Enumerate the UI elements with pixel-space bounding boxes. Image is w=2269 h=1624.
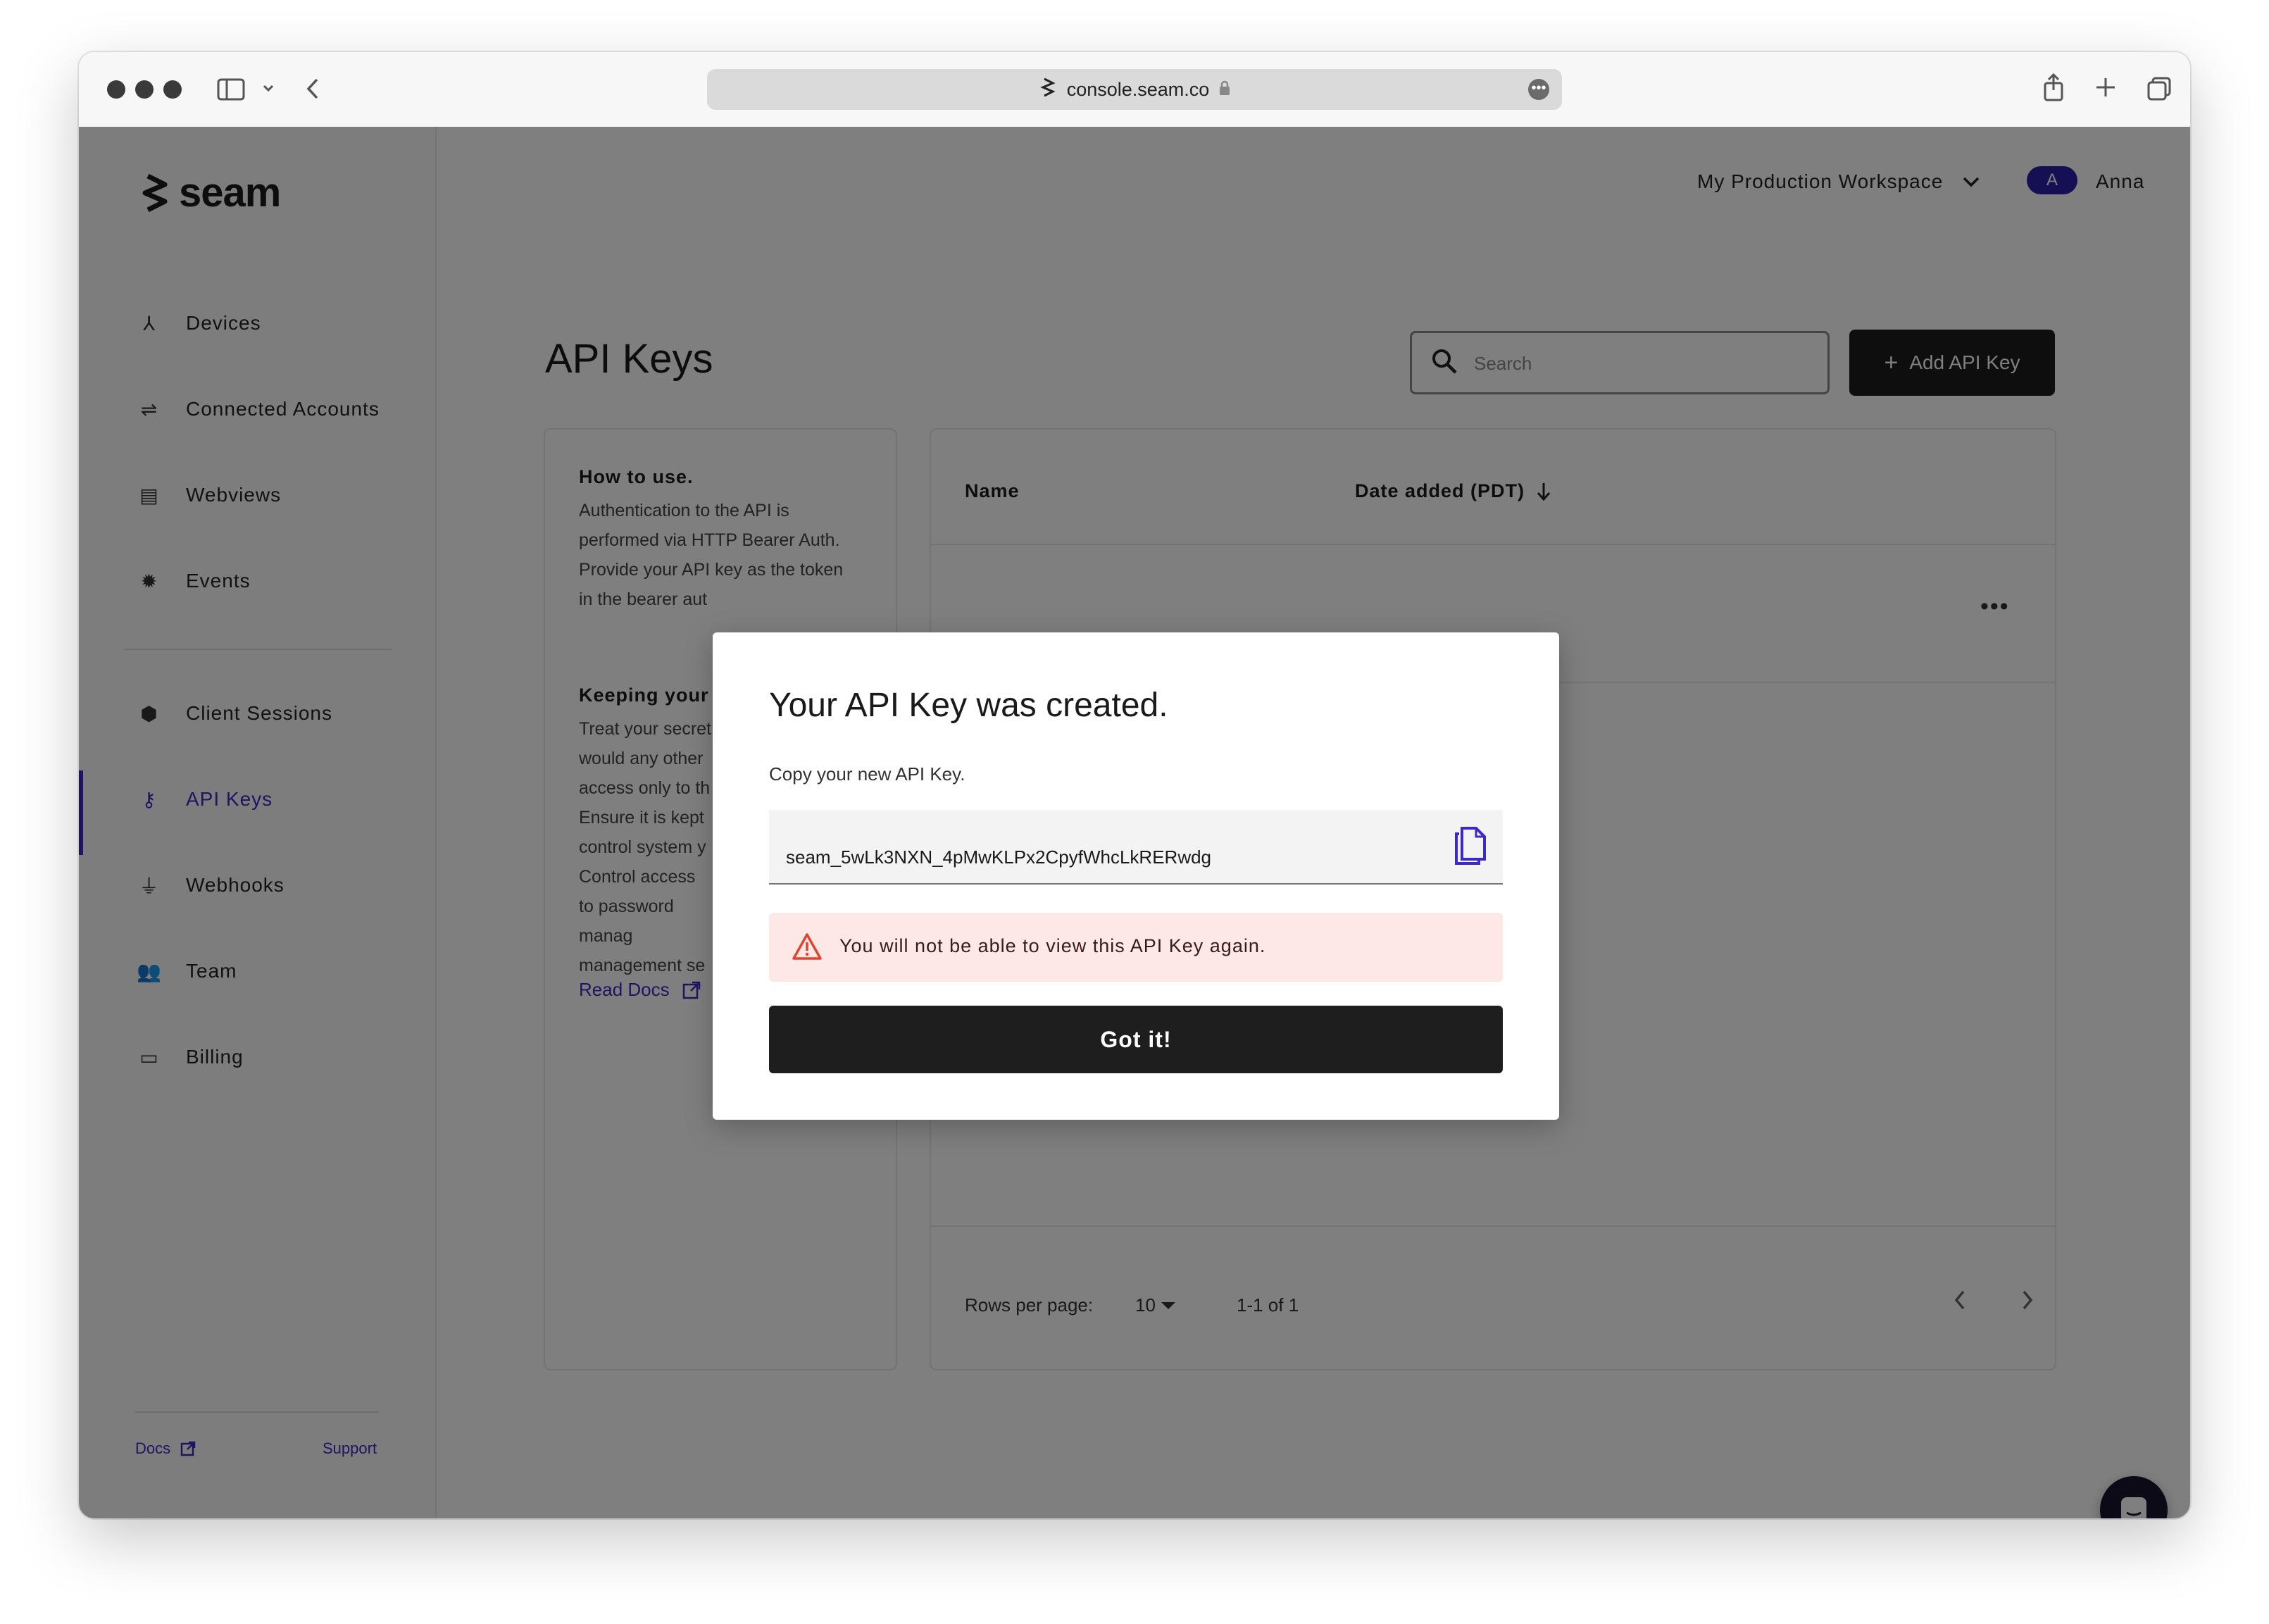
api-key-value[interactable]: seam_5wLk3NXN_4pMwKLPx2CpyfWhcLkRERwdg [786,847,1211,868]
site-favicon-icon [1039,77,1057,102]
warning-banner: You will not be able to view this API Ke… [769,913,1503,982]
address-bar[interactable]: console.seam.co ••• [707,69,1562,110]
share-icon[interactable] [2042,73,2065,106]
window-close-dot[interactable] [107,80,125,99]
app-content: seam ⅄ Devices ⇌ Connected Accounts ▤ We… [79,127,2190,1518]
api-key-created-dialog: Your API Key was created. Copy your new … [713,632,1559,1120]
page-options-icon[interactable]: ••• [1528,79,1549,100]
url-text: console.seam.co [1066,78,1210,100]
dialog-subtitle: Copy your new API Key. [769,763,965,785]
window-minimize-dot[interactable] [135,80,154,99]
tab-overview-icon[interactable] [2146,76,2172,106]
got-it-button[interactable]: Got it! [769,1006,1503,1073]
api-key-field[interactable]: seam_5wLk3NXN_4pMwKLPx2CpyfWhcLkRERwdg [769,810,1503,885]
back-arrow-icon[interactable] [304,76,323,106]
warning-icon [792,932,823,964]
copy-button[interactable] [1454,825,1489,866]
window-zoom-dot[interactable] [163,80,182,99]
new-tab-icon[interactable] [2094,76,2117,103]
chevron-down-icon[interactable] [261,79,276,103]
sidebar-toggle-icon[interactable] [217,77,245,106]
browser-window: console.seam.co ••• seam ⅄ [79,52,2190,1518]
browser-toolbar: console.seam.co ••• [79,52,2190,128]
copy-icon [1455,827,1486,865]
warning-text: You will not be able to view this API Ke… [839,935,1266,956]
lock-icon [1219,79,1230,101]
dialog-title: Your API Key was created. [769,687,1168,724]
